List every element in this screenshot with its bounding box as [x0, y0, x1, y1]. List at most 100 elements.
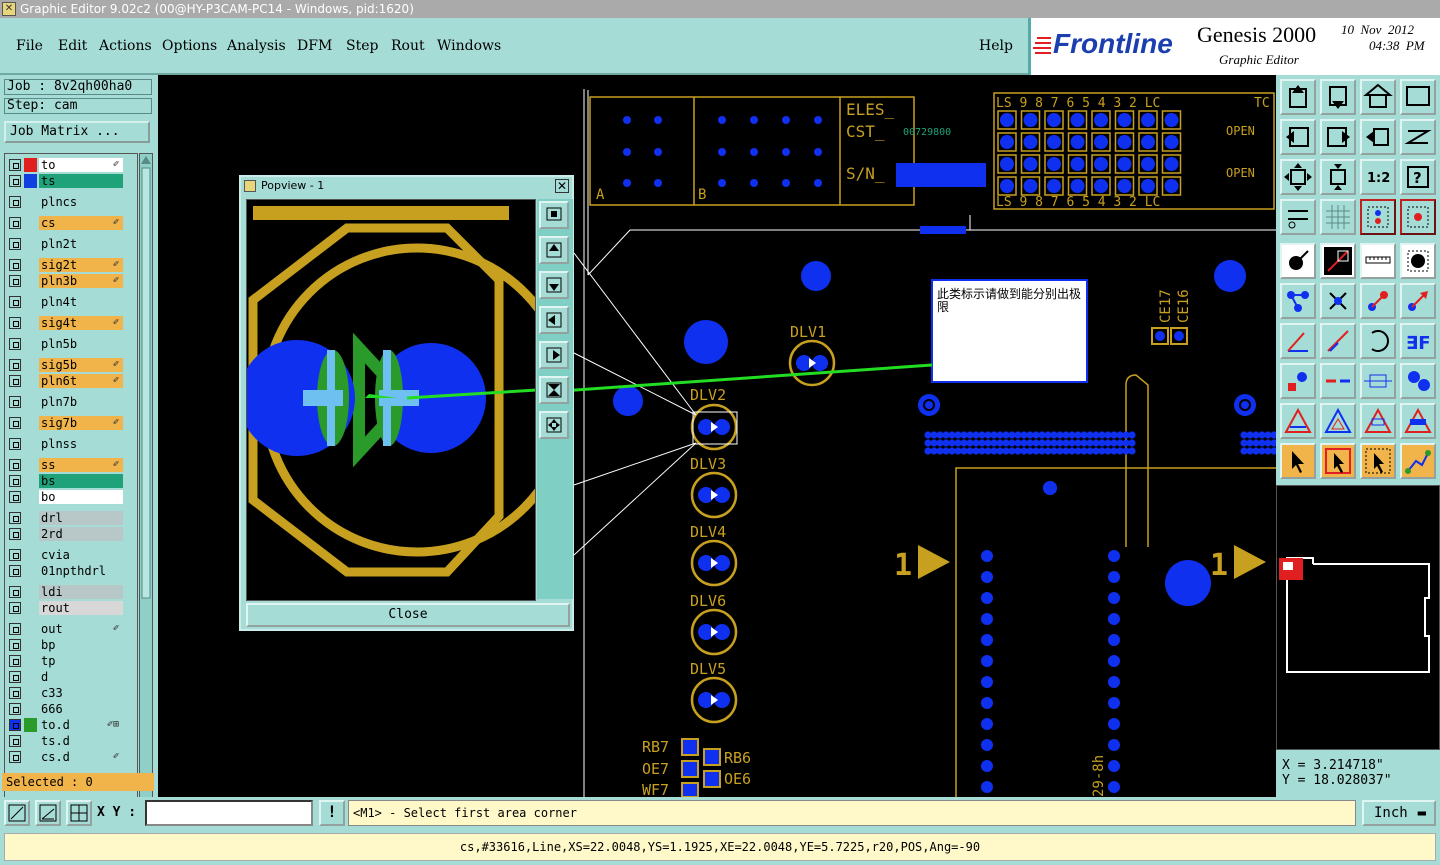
pan-down-button[interactable]	[539, 271, 569, 299]
pan-right-tool[interactable]	[1320, 119, 1356, 155]
layer-name[interactable]: out ✐	[39, 622, 123, 636]
layer-row-rout[interactable]: rout	[7, 600, 125, 616]
layer-checkbox[interactable]	[9, 475, 21, 487]
layer-name[interactable]: 01npthdrl	[39, 564, 123, 578]
menu-step[interactable]: Step	[346, 38, 378, 54]
layer-row-c33[interactable]: c33	[7, 685, 125, 701]
layer-row-ts[interactable]: ts	[7, 173, 125, 189]
zoom-out-button[interactable]	[539, 411, 569, 439]
layer-name[interactable]: plnss	[39, 437, 123, 451]
layer-checkbox[interactable]	[9, 586, 21, 598]
layer-checkbox[interactable]	[9, 438, 21, 450]
layer-row-pln3b[interactable]: pln3b ✐	[7, 273, 125, 289]
layer-name[interactable]: 666	[39, 702, 123, 716]
layer-checkbox[interactable]	[9, 417, 21, 429]
undo-view-icon[interactable]	[1360, 119, 1396, 155]
layer-row-to[interactable]: to ✐	[7, 157, 125, 173]
layer-checkbox[interactable]	[9, 217, 21, 229]
zoom-in-tool[interactable]	[1280, 159, 1316, 195]
help-icon[interactable]: ?	[1400, 159, 1436, 195]
layer-row-cs.d[interactable]: cs.d ✐	[7, 749, 125, 765]
snap-center-icon[interactable]	[1400, 199, 1436, 235]
unit-selector[interactable]: Inch ▬	[1362, 800, 1436, 826]
layer-checkbox[interactable]	[9, 396, 21, 408]
angle-icon[interactable]	[1280, 323, 1316, 359]
layer-name[interactable]: bo	[39, 490, 123, 504]
pan-right-button[interactable]	[539, 341, 569, 369]
layer-name[interactable]: ldi	[39, 585, 123, 599]
overview-map[interactable]	[1276, 485, 1440, 750]
layer-name[interactable]: to.d ✐⊞	[39, 718, 123, 732]
layer-name[interactable]: pln5b	[39, 337, 123, 351]
layer-checkbox[interactable]	[9, 296, 21, 308]
layer-name[interactable]: cvia	[39, 548, 123, 562]
layer-name[interactable]: pln4t	[39, 295, 123, 309]
layer-row-cvia[interactable]: cvia	[7, 547, 125, 563]
pan-left-button[interactable]	[539, 306, 569, 334]
delete-icon[interactable]	[1320, 283, 1356, 319]
layer-row-sig7b[interactable]: sig7b ✐	[7, 415, 125, 431]
layer-checkbox[interactable]	[9, 719, 21, 731]
ruler-icon[interactable]	[1360, 243, 1396, 279]
one-to-two-icon[interactable]: 1:2	[1360, 159, 1396, 195]
layer-name[interactable]: sig5b ✐	[39, 358, 123, 372]
layer-row-sig4t[interactable]: sig4t ✐	[7, 315, 125, 331]
redraw-icon[interactable]	[1400, 119, 1436, 155]
snap-corner-button[interactable]	[4, 800, 30, 826]
layer-row-sig5b[interactable]: sig5b ✐	[7, 357, 125, 373]
add-line-icon[interactable]	[1320, 243, 1356, 279]
layer-checkbox[interactable]	[9, 338, 21, 350]
layer-name[interactable]: bs	[39, 474, 123, 488]
layer-name[interactable]: rout	[39, 601, 123, 615]
text-edit-icon[interactable]: ∃F	[1400, 323, 1436, 359]
layer-row-666[interactable]: 666	[7, 701, 125, 717]
layer-checkbox[interactable]	[9, 175, 21, 187]
menu-help[interactable]: Help	[979, 38, 1013, 54]
layer-row-pln7b[interactable]: pln7b	[7, 394, 125, 410]
zoom-in-button[interactable]	[539, 376, 569, 404]
layer-name[interactable]: bp	[39, 638, 123, 652]
grid-icon[interactable]	[1320, 199, 1356, 235]
layer-row-ss[interactable]: ss ✐	[7, 457, 125, 473]
layer-row-tp[interactable]: tp	[7, 653, 125, 669]
menu-actions[interactable]: Actions	[99, 38, 152, 54]
job-matrix-button[interactable]: Job Matrix ...	[4, 121, 150, 143]
layer-checkbox[interactable]	[9, 459, 21, 471]
layer-checkbox[interactable]	[9, 159, 21, 171]
layer-row-ldi[interactable]: ldi	[7, 584, 125, 600]
layer-name[interactable]: 2rd	[39, 527, 123, 541]
layer-checkbox[interactable]	[9, 671, 21, 683]
snap-pad-icon[interactable]	[1360, 199, 1396, 235]
pan-up-button[interactable]	[539, 236, 569, 264]
arc-icon[interactable]	[1360, 323, 1396, 359]
layer-name[interactable]: ss ✐	[39, 458, 123, 472]
layer-checkbox[interactable]	[9, 655, 21, 667]
layer-row-plnss[interactable]: plnss	[7, 436, 125, 452]
measure-icon[interactable]	[1280, 199, 1316, 235]
layer-row-d[interactable]: d	[7, 669, 125, 685]
layer-name[interactable]: drl	[39, 511, 123, 525]
layer-row-pln2t[interactable]: pln2t	[7, 236, 125, 252]
layer-row-drl[interactable]: drl	[7, 510, 125, 526]
layer-row-ts.d[interactable]: ts.d	[7, 733, 125, 749]
layer-checkbox[interactable]	[9, 639, 21, 651]
layer-row-pln4t[interactable]: pln4t	[7, 294, 125, 310]
layer-name[interactable]: sig7b ✐	[39, 416, 123, 430]
layer-scrollbar[interactable]	[139, 153, 153, 843]
move-pad-icon[interactable]	[1360, 283, 1396, 319]
pad-select-icon[interactable]	[1280, 363, 1316, 399]
zoom-out-tool[interactable]	[1320, 159, 1356, 195]
layer-checkbox[interactable]	[9, 687, 21, 699]
menu-analysis[interactable]: Analysis	[227, 38, 286, 54]
triangle-fill-icon[interactable]	[1320, 403, 1356, 439]
layer-name[interactable]: plncs	[39, 195, 123, 209]
layer-checkbox[interactable]	[9, 259, 21, 271]
pads-group-icon[interactable]	[1400, 363, 1436, 399]
menu-windows[interactable]: Windows	[437, 38, 501, 54]
layer-name[interactable]: sig2t ✐	[39, 258, 123, 272]
split-line-icon[interactable]	[1320, 363, 1356, 399]
layer-name[interactable]: to ✐	[39, 158, 123, 172]
pan-down-tool[interactable]	[1320, 79, 1356, 115]
pan-left-tool[interactable]	[1280, 119, 1316, 155]
layer-checkbox[interactable]	[9, 317, 21, 329]
